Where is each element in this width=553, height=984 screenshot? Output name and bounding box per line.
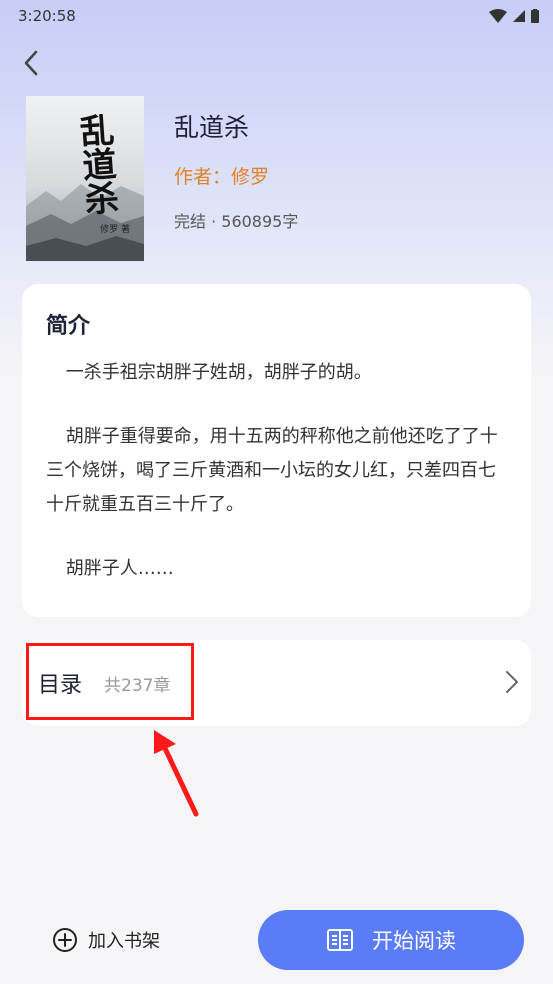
battery-icon xyxy=(531,9,539,23)
intro-card: 简介 一杀手祖宗胡胖子姓胡，胡胖子的胡。 胡胖子重得要命，用十五两的秤称他之前他… xyxy=(22,284,531,617)
start-reading-label: 开始阅读 xyxy=(372,929,456,953)
book-open-icon xyxy=(327,929,353,951)
start-reading-button[interactable]: 开始阅读 xyxy=(258,910,524,970)
add-to-shelf-label: 加入书架 xyxy=(88,931,160,952)
intro-paragraph: 一杀手祖宗胡胖子姓胡，胡胖子的胡。 xyxy=(65,362,372,383)
chevron-left-icon xyxy=(24,50,38,76)
book-title: 乱道杀 xyxy=(174,113,250,142)
book-author[interactable]: 作者：修罗 xyxy=(174,162,269,189)
status-icons xyxy=(489,9,539,23)
intro-heading: 简介 xyxy=(46,314,91,339)
back-button[interactable] xyxy=(14,46,48,80)
annotation-arrow xyxy=(154,730,199,817)
annotation-highlight-box xyxy=(26,643,194,720)
plus-circle-icon xyxy=(53,928,77,952)
book-cover: 乱道杀 修罗 著 xyxy=(26,96,144,261)
bottom-bar: 加入书架 开始阅读 xyxy=(0,900,553,984)
add-to-shelf-button[interactable]: 加入书架 xyxy=(52,927,160,953)
chevron-right-icon xyxy=(506,671,518,693)
intro-body: 一杀手祖宗胡胖子姓胡，胡胖子的胡。 胡胖子重得要命，用十五两的秤称他之前他还吃了… xyxy=(46,356,507,586)
intro-paragraph: 胡胖子人…… xyxy=(65,558,174,579)
status-time: 3:20:58 xyxy=(18,7,76,25)
status-bar: 3:20:58 xyxy=(0,0,553,32)
intro-paragraph: 胡胖子重得要命，用十五两的秤称他之前他还吃了了十三个烧饼，喝了三斤黄酒和一小坛的… xyxy=(46,426,498,515)
signal-icon xyxy=(513,10,525,22)
wifi-icon xyxy=(489,9,507,23)
book-meta: 完结 · 560895字 xyxy=(174,212,299,231)
cover-title: 乱道杀 xyxy=(72,111,120,217)
cover-author: 修罗 著 xyxy=(100,225,130,235)
